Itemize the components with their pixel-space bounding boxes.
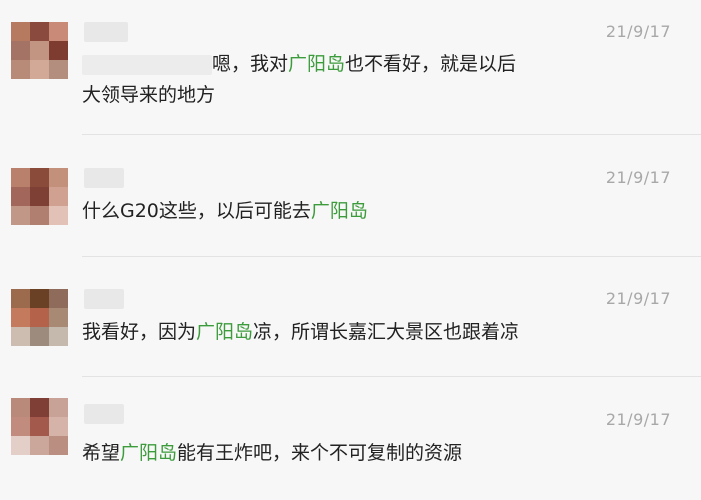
avatar[interactable] xyxy=(11,168,68,225)
avatar-pixel xyxy=(11,187,30,206)
avatar-pixel xyxy=(49,417,68,436)
comment-item: 21/9/17 什么G20这些，以后可能去广阳岛 xyxy=(0,168,701,248)
avatar-pixel xyxy=(30,60,49,79)
avatar-pixel xyxy=(30,168,49,187)
avatar-pixel xyxy=(49,436,68,455)
divider xyxy=(82,256,701,257)
avatar-pixel xyxy=(11,417,30,436)
topic-highlight[interactable]: 广阳岛 xyxy=(288,53,345,75)
avatar-pixel xyxy=(30,187,49,206)
topic-highlight[interactable]: 广阳岛 xyxy=(196,321,253,343)
avatar-pixel xyxy=(11,60,30,79)
avatar-pixel xyxy=(49,168,68,187)
avatar-pixel xyxy=(30,289,49,308)
avatar-pixel xyxy=(30,436,49,455)
comment-text: 希望广阳岛能有王炸吧，来个不可复制的资源 xyxy=(82,442,463,464)
avatar-pixel xyxy=(49,398,68,417)
comment-text: 嗯，我对广阳岛也不看好，就是以后 大领导来的地方 xyxy=(82,53,517,106)
avatar-pixel xyxy=(11,398,30,417)
avatar-pixel xyxy=(49,187,68,206)
avatar-pixel xyxy=(11,436,30,455)
avatar-pixel xyxy=(11,168,30,187)
avatar-pixel xyxy=(49,60,68,79)
comment-date: 21/9/17 xyxy=(605,289,671,308)
avatar-pixel xyxy=(49,289,68,308)
avatar[interactable] xyxy=(11,289,68,346)
avatar-pixel xyxy=(11,41,30,60)
avatar-pixel xyxy=(11,22,30,41)
avatar-pixel xyxy=(49,327,68,346)
avatar-pixel xyxy=(49,22,68,41)
comment-date: 21/9/17 xyxy=(605,410,671,429)
comment-item: 21/9/17 希望广阳岛能有王炸吧，来个不可复制的资源 xyxy=(0,398,701,480)
avatar-pixel xyxy=(11,308,30,327)
avatar-pixel xyxy=(49,308,68,327)
divider xyxy=(82,376,701,377)
topic-highlight[interactable]: 广阳岛 xyxy=(311,200,368,222)
comment-date: 21/9/17 xyxy=(605,22,671,41)
username-blurred[interactable] xyxy=(84,22,128,42)
avatar-pixel xyxy=(49,206,68,225)
username-blurred[interactable] xyxy=(84,289,124,309)
avatar-pixel xyxy=(30,417,49,436)
avatar-pixel xyxy=(11,289,30,308)
avatar-pixel xyxy=(30,206,49,225)
avatar[interactable] xyxy=(11,398,68,455)
comment-item: 21/9/17 嗯，我对广阳岛也不看好，就是以后 大领导来的地方 xyxy=(0,22,701,132)
avatar-pixel xyxy=(30,41,49,60)
topic-highlight[interactable]: 广阳岛 xyxy=(120,442,177,464)
username-blurred[interactable] xyxy=(84,168,124,188)
mention-blurred xyxy=(82,54,212,75)
avatar-pixel xyxy=(30,308,49,327)
avatar-pixel xyxy=(30,22,49,41)
comment-text: 什么G20这些，以后可能去广阳岛 xyxy=(82,200,368,222)
comment-item: 21/9/17 我看好，因为广阳岛凉，所谓长嘉汇大景区也跟着凉 xyxy=(0,289,701,369)
avatar-pixel xyxy=(30,398,49,417)
comment-text: 我看好，因为广阳岛凉，所谓长嘉汇大景区也跟着凉 xyxy=(82,321,520,343)
username-blurred[interactable] xyxy=(84,404,124,424)
avatar-pixel xyxy=(11,327,30,346)
avatar-pixel xyxy=(11,206,30,225)
avatar-pixel xyxy=(30,327,49,346)
avatar[interactable] xyxy=(11,22,68,79)
avatar-pixel xyxy=(49,41,68,60)
divider xyxy=(82,134,701,135)
comment-date: 21/9/17 xyxy=(605,168,671,187)
